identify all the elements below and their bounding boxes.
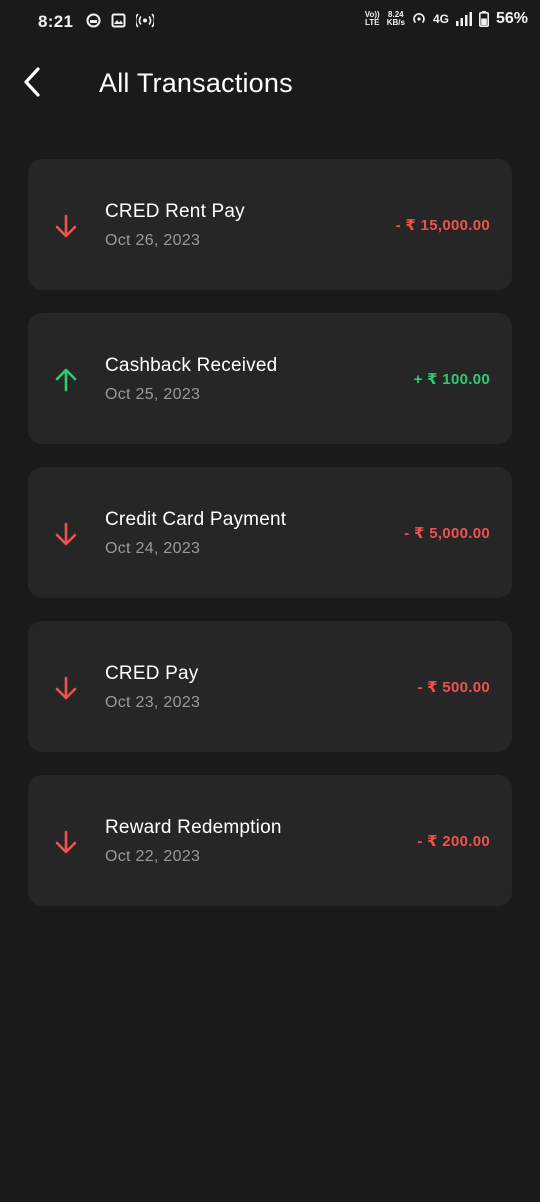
speed-unit: KB/s (386, 18, 405, 27)
status-time: 8:21 (38, 12, 74, 31)
wifi-calling-icon (413, 13, 425, 24)
transaction-name: Cashback Received (105, 355, 278, 376)
signal-icon (455, 12, 472, 26)
transaction-amount: - ₹ 500.00 (417, 679, 490, 696)
transaction-date: Oct 25, 2023 (105, 386, 201, 403)
transaction-card[interactable]: CRED Rent Pay Oct 26, 2023 - ₹ 15,000.00 (28, 159, 512, 290)
app-header: All Transactions (0, 56, 540, 112)
arrow-down-icon (55, 830, 77, 854)
battery-percentage: 56% (495, 10, 528, 27)
transaction-date: Oct 26, 2023 (105, 232, 201, 249)
arrow-down-icon (55, 676, 77, 700)
network-speed: 8.24 KB/s (387, 11, 405, 27)
transaction-name: Credit Card Payment (105, 509, 287, 530)
transaction-amount: - ₹ 5,000.00 (404, 525, 490, 542)
back-button[interactable] (14, 64, 50, 100)
status-bar: 8:21 Vo)) LTE 8.24 KB/s 4G 56% (0, 0, 540, 44)
transaction-amount: - ₹ 15,000.00 (395, 217, 490, 234)
notification-icons (86, 13, 154, 28)
transaction-date: Oct 23, 2023 (105, 694, 201, 711)
arrow-up-icon (55, 368, 77, 392)
system-indicators: Vo)) LTE 8.24 KB/s 4G 56% (365, 10, 528, 28)
transaction-date: Oct 24, 2023 (105, 540, 201, 557)
gallery-notification-icon (111, 13, 126, 28)
volte-indicator: Vo)) LTE (365, 11, 380, 27)
transaction-card[interactable]: CRED Pay Oct 23, 2023 - ₹ 500.00 (28, 621, 512, 752)
transaction-amount: + ₹ 100.00 (413, 371, 490, 388)
transaction-name: CRED Rent Pay (105, 201, 245, 222)
hotspot-notification-icon (136, 13, 154, 28)
transaction-amount: - ₹ 200.00 (417, 833, 490, 850)
transaction-date: Oct 22, 2023 (105, 848, 201, 865)
chevron-left-icon (24, 67, 40, 97)
transaction-name: Reward Redemption (105, 817, 282, 838)
transaction-card[interactable]: Credit Card Payment Oct 24, 2023 - ₹ 5,0… (28, 467, 512, 598)
transaction-list: CRED Rent Pay Oct 26, 2023 - ₹ 15,000.00… (28, 159, 512, 929)
transaction-name: CRED Pay (105, 663, 199, 684)
circle-notification-icon (86, 13, 101, 28)
volte-bottom-text: LTE (364, 18, 380, 27)
network-type: 4G (432, 12, 449, 26)
transaction-card[interactable]: Reward Redemption Oct 22, 2023 - ₹ 200.0… (28, 775, 512, 906)
arrow-down-icon (55, 214, 77, 238)
page-title: All Transactions (99, 68, 293, 98)
arrow-down-icon (55, 522, 77, 546)
transaction-card[interactable]: Cashback Received Oct 25, 2023 + ₹ 100.0… (28, 313, 512, 444)
battery-icon (478, 11, 489, 27)
